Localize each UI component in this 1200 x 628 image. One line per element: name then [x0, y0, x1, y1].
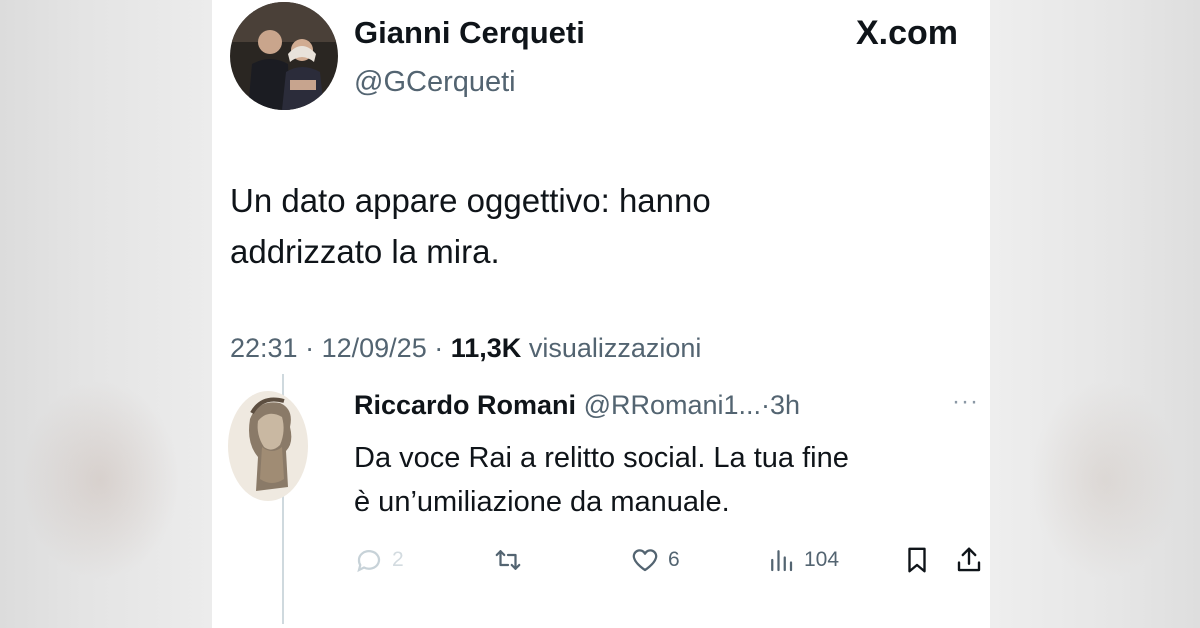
author-handle[interactable]: @GCerqueti	[354, 66, 516, 99]
tweet-meta: 22:31 · 12/09/25 · 11,3K visualizzazioni	[230, 333, 701, 364]
reply-author-handle[interactable]: @RRomani1...	[584, 390, 761, 420]
share-icon	[954, 545, 984, 575]
reply-time[interactable]: ·3h	[761, 390, 800, 420]
author-name[interactable]: Gianni Cerqueti	[354, 15, 585, 51]
analytics-icon	[766, 545, 796, 575]
tweet-time[interactable]: 22:31	[230, 333, 298, 363]
retweet-icon	[492, 545, 524, 575]
tweet-views-count: 11,3K	[450, 333, 522, 363]
meta-separator: ·	[305, 333, 315, 363]
tweet-text: Un dato appare oggettivo: hanno addrizza…	[230, 175, 950, 277]
reply-count: 2	[392, 548, 404, 571]
reply-author-name[interactable]: Riccardo Romani	[354, 390, 576, 420]
tweet-text-line: addrizzato la mira.	[230, 233, 500, 270]
reply-header: Riccardo Romani @RRomani1...·3h	[354, 390, 800, 421]
views-button[interactable]: 104	[766, 540, 839, 580]
meta-separator: ·	[434, 333, 444, 363]
reply-button[interactable]: 2	[354, 540, 404, 580]
author-avatar[interactable]	[230, 2, 338, 110]
retweet-button[interactable]	[492, 540, 524, 580]
reply-actions-bar: 2 6 104	[354, 540, 984, 580]
tweet-date[interactable]: 12/09/25	[322, 333, 427, 363]
reply-avatar[interactable]	[228, 391, 308, 501]
bookmark-icon	[902, 544, 932, 576]
platform-logo: X.com	[856, 14, 959, 52]
reply-text-line: è un’umiliazione da manuale.	[354, 486, 730, 518]
reply-text: Da voce Rai a relitto social. La tua fin…	[354, 436, 964, 524]
background-blur-left	[0, 0, 212, 628]
heart-icon	[630, 545, 660, 575]
like-count: 6	[668, 548, 680, 571]
more-options-icon[interactable]: ···	[952, 388, 979, 416]
views-count: 104	[804, 548, 840, 571]
like-button[interactable]: 6	[630, 540, 680, 580]
reply-text-line: Da voce Rai a relitto social. La tua fin…	[354, 442, 849, 474]
comment-icon	[354, 545, 384, 575]
background-blur-right	[990, 0, 1200, 628]
share-button[interactable]	[954, 540, 984, 580]
bookmark-button[interactable]	[902, 540, 932, 580]
tweet-views-label: visualizzazioni	[528, 333, 702, 363]
tweet-card: Gianni Cerqueti @GCerqueti X.com Un dato…	[212, 0, 990, 628]
tweet-text-line: Un dato appare oggettivo: hanno	[230, 182, 711, 219]
